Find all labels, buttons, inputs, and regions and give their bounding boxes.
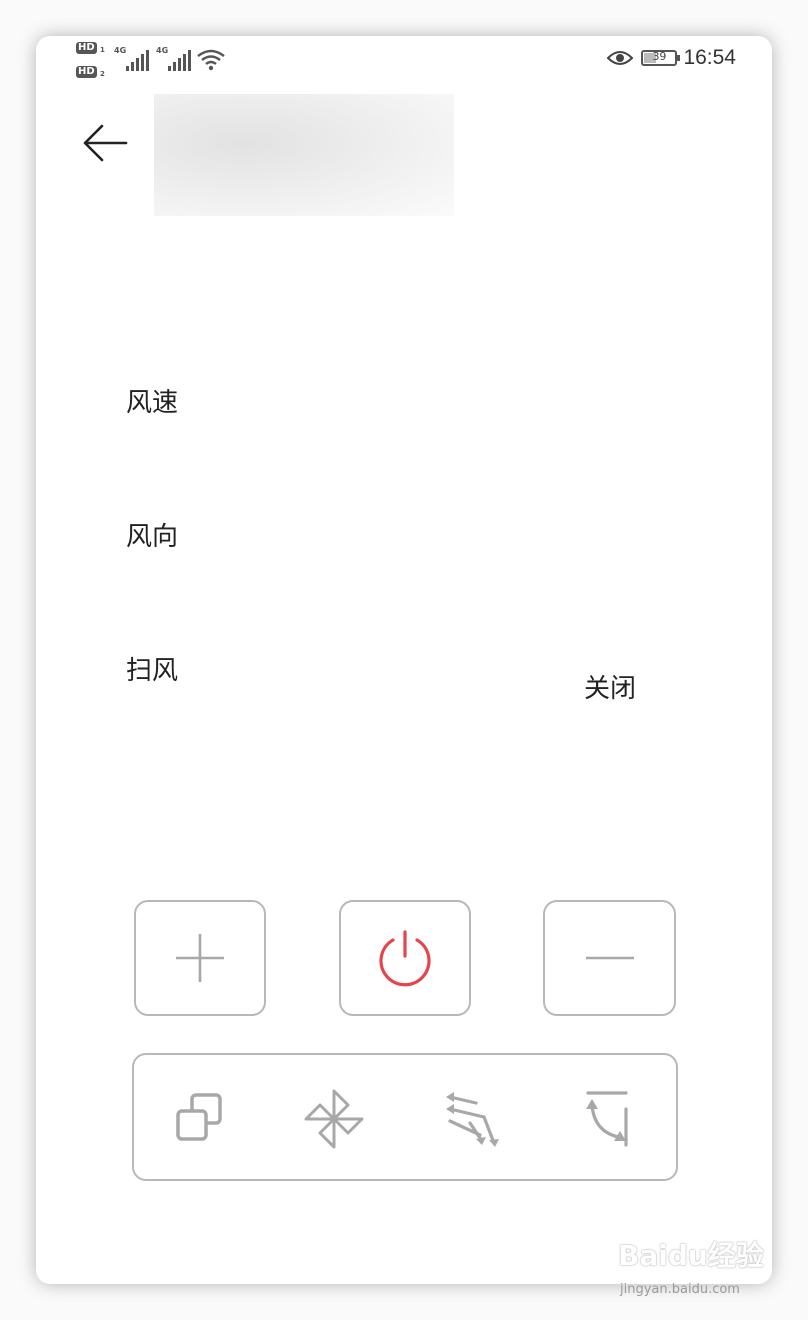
eye-comfort-icon [607,51,634,65]
device-title-blurred [154,94,454,216]
sweep-label: 扫风 [126,656,179,686]
swing-icon [446,1092,499,1147]
mode-icon [176,1093,222,1141]
wind-direction-label: 风向 [126,522,179,552]
battery-tip [677,55,681,61]
sim2-hd-badge: HD [76,66,97,78]
power-icon [379,930,431,987]
timer-icon [586,1091,628,1147]
wind-speed-label: 风速 [126,388,179,418]
signal1-icon [126,50,149,71]
network1-label: 4G [114,46,127,55]
decrease-button[interactable] [543,900,676,1016]
status-bar-right: 39 16:54 [607,44,736,72]
network2-label: 4G [156,46,169,55]
power-state-value: 关闭 [584,674,637,704]
watermark-url: jingyan.baidu.com [620,1282,740,1297]
back-button[interactable] [80,118,130,168]
power-button[interactable] [339,900,471,1016]
fan-icon [304,1089,364,1149]
battery-level: 39 [652,50,667,63]
phone-screen: HD 1 HD 2 4G 4G 39 16:54 风速 风向 扫风 关闭 [36,36,772,1284]
function-panel [132,1053,678,1181]
status-time: 16:54 [683,46,736,69]
watermark-logo: Baidu经验 [618,1239,764,1272]
timer-button[interactable] [568,1079,648,1159]
sim2-index: 2 [100,70,105,78]
increase-button[interactable] [134,900,266,1016]
baidu-watermark: Baidu经验 jingyan.baidu.com [618,1234,768,1304]
swing-button[interactable] [432,1079,512,1159]
mode-button[interactable] [160,1079,240,1159]
minus-icon [585,956,634,960]
sim1-index: 1 [100,46,105,54]
arrow-left-icon [83,124,128,162]
fan-button[interactable] [294,1079,374,1159]
battery-icon: 39 [641,50,681,66]
sim1-hd-badge: HD [76,42,97,54]
plus-icon [176,934,224,982]
signal2-icon [168,50,191,71]
wifi-icon [197,49,225,71]
